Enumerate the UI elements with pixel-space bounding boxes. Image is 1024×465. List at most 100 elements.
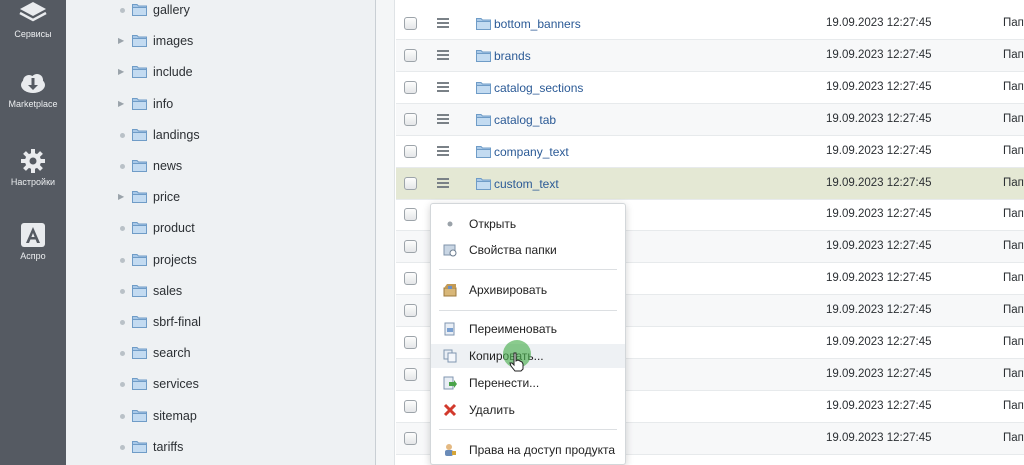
row-checkbox[interactable] — [404, 431, 417, 445]
tree-item-label[interactable]: sitemap — [153, 409, 197, 423]
modified-date: 19.09.2023 12:27:45 — [826, 17, 932, 29]
tree-item-label[interactable]: info — [153, 97, 173, 111]
file-row[interactable]: custom_text 19.09.2023 12:27:45 Пап — [396, 167, 1024, 200]
bullet-icon — [120, 226, 125, 232]
expand-arrow-icon[interactable]: ▶ — [118, 67, 126, 77]
row-menu-icon[interactable] — [437, 49, 449, 60]
folder-name-link[interactable]: bottom_banners — [494, 17, 581, 31]
settings-button[interactable]: Настройки — [0, 148, 66, 187]
folder-icon — [132, 346, 147, 360]
tree-item[interactable]: tariffs — [66, 438, 376, 458]
row-checkbox[interactable] — [404, 112, 417, 126]
row-checkbox[interactable] — [404, 240, 417, 254]
row-checkbox[interactable] — [404, 80, 417, 94]
menu-item-folder-properties[interactable]: Свойства папки — [431, 238, 625, 262]
folder-icon — [132, 222, 147, 235]
tree-item-label[interactable]: gallery — [153, 3, 190, 17]
expand-arrow-icon[interactable]: ▶ — [118, 36, 126, 46]
bullet-icon — [120, 288, 125, 294]
folder-icon — [476, 17, 491, 30]
tree-item[interactable]: ▶ info — [66, 95, 376, 115]
tree-item-label[interactable]: product — [153, 221, 195, 235]
folder-icon — [132, 128, 147, 141]
tree-item[interactable]: ▶ price — [66, 188, 376, 208]
item-type: Пап — [1003, 176, 1024, 189]
row-checkbox[interactable] — [404, 367, 417, 381]
folder-icon — [132, 191, 147, 204]
item-type: Пап — [1003, 272, 1024, 285]
tree-item[interactable]: projects — [66, 251, 376, 271]
folder-name-link[interactable]: catalog_tab — [494, 113, 556, 127]
rename-icon — [443, 322, 457, 336]
tree-item[interactable]: ▶ include — [66, 63, 376, 83]
tree-item[interactable]: landings — [66, 126, 376, 146]
folder-icon — [476, 177, 491, 190]
row-checkbox[interactable] — [404, 144, 417, 158]
file-row[interactable]: brands 19.09.2023 12:27:45 Пап — [396, 39, 1024, 72]
modified-date: 19.09.2023 12:27:45 — [826, 240, 932, 253]
menu-item-rename[interactable]: Переименовать — [431, 317, 625, 341]
menu-separator — [439, 269, 617, 270]
row-menu-icon[interactable] — [437, 81, 449, 92]
menu-item-open[interactable]: Открыть — [431, 212, 625, 236]
row-checkbox[interactable] — [404, 208, 417, 222]
menu-item-delete[interactable]: Удалить — [431, 398, 625, 422]
tree-item-label[interactable]: landings — [153, 128, 200, 142]
tree-item-label[interactable]: include — [153, 65, 193, 79]
tree-item-label[interactable]: tariffs — [153, 440, 183, 454]
tree-scrollbar[interactable] — [376, 0, 395, 465]
file-row[interactable]: catalog_tab 19.09.2023 12:27:45 Пап — [396, 103, 1024, 136]
row-menu-icon[interactable] — [437, 18, 449, 28]
tree-item-label[interactable]: sales — [153, 284, 182, 298]
row-checkbox[interactable] — [404, 48, 417, 62]
tree-item[interactable]: sbrf-final — [66, 313, 376, 333]
tree-item-label[interactable]: news — [153, 159, 182, 173]
folder-properties-icon — [443, 243, 457, 257]
folder-icon — [132, 253, 147, 266]
row-menu-icon[interactable] — [437, 177, 449, 188]
tree-item[interactable]: news — [66, 157, 376, 177]
tree-item[interactable]: gallery — [66, 1, 376, 21]
folder-icon — [476, 145, 491, 158]
tree-item-label[interactable]: projects — [153, 253, 197, 267]
tree-item[interactable]: ▶ images — [66, 32, 376, 52]
row-checkbox[interactable] — [404, 336, 417, 349]
folder-name-link[interactable]: catalog_sections — [494, 81, 583, 95]
row-checkbox[interactable] — [404, 17, 417, 30]
expand-arrow-icon[interactable]: ▶ — [118, 99, 126, 109]
bullet-icon — [120, 8, 125, 13]
file-row[interactable]: catalog_sections 19.09.2023 12:27:45 Пап — [396, 72, 1024, 104]
aspro-button[interactable]: Аспро — [0, 222, 66, 261]
file-row[interactable]: bottom_banners 19.09.2023 12:27:45 Пап — [396, 8, 1024, 40]
folder-icon — [132, 284, 147, 297]
tree-item[interactable]: search — [66, 344, 376, 364]
row-checkbox[interactable] — [404, 272, 417, 286]
file-row[interactable]: company_text 19.09.2023 12:27:45 Пап — [396, 136, 1024, 168]
marketplace-button[interactable]: Marketplace — [0, 72, 66, 109]
tree-item-label[interactable]: price — [153, 190, 180, 204]
folder-icon — [132, 315, 147, 328]
row-checkbox[interactable] — [404, 176, 417, 190]
row-menu-icon[interactable] — [437, 145, 449, 156]
tree-item[interactable]: sales — [66, 282, 376, 302]
folder-name-link[interactable]: custom_text — [494, 177, 559, 191]
tree-item[interactable]: product — [66, 219, 376, 239]
menu-item-archive[interactable]: Архивировать — [431, 278, 625, 302]
services-button[interactable]: Сервисы — [0, 0, 66, 39]
row-menu-icon[interactable] — [437, 113, 449, 124]
folder-name-link[interactable]: company_text — [494, 145, 569, 159]
tree-item-label[interactable]: services — [153, 377, 199, 391]
row-checkbox[interactable] — [404, 304, 417, 318]
tree-item[interactable]: services — [66, 375, 376, 395]
menu-item-move[interactable]: Перенести... — [431, 371, 625, 395]
item-type: Пап — [1003, 304, 1024, 317]
row-checkbox[interactable] — [404, 399, 417, 413]
modified-date: 19.09.2023 12:27:45 — [826, 176, 932, 189]
tree-item-label[interactable]: images — [153, 34, 193, 48]
expand-arrow-icon[interactable]: ▶ — [118, 192, 126, 202]
tree-item[interactable]: sitemap — [66, 407, 376, 427]
menu-item-access-rights[interactable]: Права на доступ продукта — [431, 438, 625, 462]
tree-item-label[interactable]: search — [153, 346, 191, 360]
folder-name-link[interactable]: brands — [494, 49, 531, 63]
tree-item-label[interactable]: sbrf-final — [153, 315, 201, 329]
